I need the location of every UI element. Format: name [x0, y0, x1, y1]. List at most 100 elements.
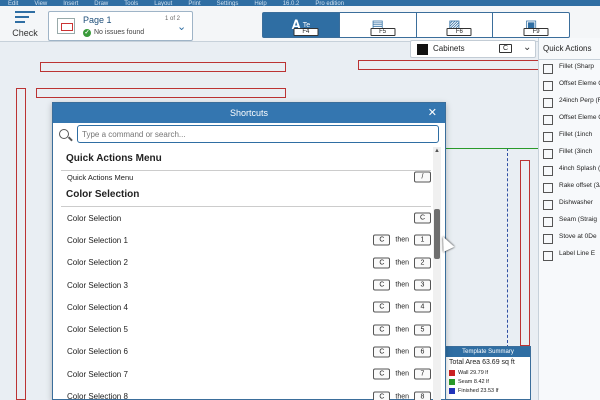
drawing-outline[interactable]: [40, 62, 286, 72]
shortcut-row[interactable]: Color Selection 6 Cthen 6: [61, 341, 431, 363]
quick-action-item[interactable]: Fillet (3inch: [539, 145, 600, 162]
quick-action-label: Stove at 0De: [559, 233, 597, 240]
action-icon: [543, 217, 553, 227]
shortcut-label: Color Selection 2: [67, 258, 128, 268]
summary-row-label: Seam 8.42 lf: [458, 378, 489, 385]
shortcut-keys: Cthen 8: [373, 391, 431, 400]
section-heading: Quick Actions Menu: [61, 147, 431, 171]
key-cap: C: [373, 324, 391, 336]
shortcut-label: Color Selection: [67, 213, 122, 223]
checklist-icon: [15, 11, 35, 27]
search-input[interactable]: [77, 125, 439, 143]
quick-action-label: Fillet (1inch: [559, 131, 593, 138]
summary-row: Wall 29.79 lf: [446, 368, 530, 377]
material-swatch: [417, 44, 428, 55]
quick-action-item[interactable]: 4inch Splash (Edge): [539, 162, 600, 179]
shortcut-row[interactable]: Color Selection 3 Cthen 3: [61, 274, 431, 296]
shortcut-row[interactable]: Color Selection 8 Cthen 8: [61, 385, 431, 400]
key-cap: C: [414, 212, 431, 224]
page-selector[interactable]: Page 1 1 of 2 ✓ No issues found ⌄: [48, 11, 193, 41]
mode-robot[interactable]: ▣ F9: [493, 13, 569, 37]
then-label: then: [395, 348, 409, 356]
shortcut-label: Color Selection 4: [67, 302, 128, 312]
quick-action-label: Label Line E: [559, 250, 596, 257]
shortcut-row[interactable]: Color Selection 1 Cthen 1: [61, 229, 431, 251]
key-cap: C: [373, 257, 391, 269]
quick-action-item[interactable]: Offset Eleme Original & R: [539, 77, 600, 94]
quick-action-item[interactable]: 24inch Perp (From Snap): [539, 94, 600, 111]
page-status-text: No issues found: [94, 29, 145, 36]
drawing-outline[interactable]: [358, 60, 540, 70]
mode-layout[interactable]: ▤ F5: [340, 13, 417, 37]
template-summary: Template Summary Total Area 63.69 sq ft …: [445, 346, 531, 400]
shortcut-row[interactable]: Color Selection C: [61, 207, 431, 229]
shortcut-list: Quick Actions Menu Quick Actions Menu / Col…: [61, 147, 431, 400]
quick-action-item[interactable]: Fillet (1inch: [539, 128, 600, 145]
action-icon: [543, 115, 553, 125]
shortcut-label: Color Selection 7: [67, 369, 128, 379]
material-key: C: [499, 44, 513, 53]
drawing-outline[interactable]: [16, 88, 26, 400]
quick-action-item[interactable]: Dishwasher: [539, 196, 600, 213]
quick-action-item[interactable]: Rake offset (3/8inch Off: [539, 179, 600, 196]
shortcut-label: Color Selection 1: [67, 235, 128, 245]
scrollbar[interactable]: ▲: [433, 147, 441, 400]
shortcut-row[interactable]: Color Selection 4 Cthen 4: [61, 296, 431, 318]
then-label: then: [395, 236, 409, 244]
search-row: [53, 124, 445, 146]
close-icon[interactable]: ✕: [428, 103, 437, 123]
dialog-title: Shortcuts ✕: [53, 103, 445, 123]
then-label: then: [395, 259, 409, 267]
section-heading: Color Selection: [61, 183, 431, 207]
mode-layout-fkey: F5: [370, 28, 396, 36]
mode-robot-fkey: F9: [523, 28, 549, 36]
quick-action-item[interactable]: Label Line E: [539, 247, 600, 264]
material-dropdown[interactable]: Cabinets C ⌄: [410, 40, 536, 58]
action-icon: [543, 234, 553, 244]
dialog-title-text: Shortcuts: [229, 108, 269, 118]
color-swatch: [449, 369, 455, 376]
shortcut-keys: Cthen 2: [373, 257, 431, 269]
quick-action-label: Fillet (3inch: [559, 148, 593, 155]
quick-actions-title: Quick Actions: [539, 38, 600, 60]
mode-template-fkey: F4: [293, 28, 319, 36]
shortcut-label: Color Selection 6: [67, 347, 128, 357]
drawing-outline[interactable]: [446, 148, 508, 348]
mode-switcher: 𝐀 Te F4 ▤ F5 ▨ F6 ▣ F9: [262, 12, 570, 38]
scroll-up-icon[interactable]: ▲: [434, 148, 440, 154]
summary-header: Template Summary: [446, 347, 530, 357]
toolbar: Check Page 1 1 of 2 ✓ No issues found ⌄ 𝐀…: [0, 6, 600, 42]
quick-action-label: Offset Eleme Original & R: [559, 114, 600, 121]
drawing-outline[interactable]: [36, 88, 286, 98]
action-icon: [543, 251, 553, 261]
scrollbar-thumb[interactable]: [434, 209, 440, 259]
search-icon: [59, 129, 69, 139]
shortcut-keys: Cthen 1: [373, 234, 431, 246]
key-cap: 7: [414, 368, 431, 380]
key-cap: 2: [414, 257, 431, 269]
key-cap: 4: [414, 301, 431, 313]
quick-action-label: Fillet (Sharp: [559, 63, 595, 70]
check-button[interactable]: Check: [8, 8, 42, 39]
shortcut-row[interactable]: Color Selection 5 Cthen 5: [61, 318, 431, 340]
action-icon: [543, 149, 553, 159]
quick-action-item[interactable]: Seam (Straig: [539, 213, 600, 230]
summary-row: Seam 8.42 lf: [446, 377, 530, 386]
key-cap: 3: [414, 279, 431, 291]
quick-action-label: 4inch Splash (Edge): [559, 165, 600, 172]
shortcut-row[interactable]: Color Selection 2 Cthen 2: [61, 252, 431, 274]
drawing-outline[interactable]: [520, 160, 530, 346]
quick-action-item[interactable]: Fillet (Sharp: [539, 60, 600, 77]
quick-action-item[interactable]: Stove at 0De: [539, 230, 600, 247]
mode-template[interactable]: 𝐀 Te F4: [263, 13, 340, 37]
quick-action-item[interactable]: Offset Eleme Original & R: [539, 111, 600, 128]
action-icon: [543, 98, 553, 108]
mode-image[interactable]: ▨ F6: [417, 13, 494, 37]
page-thumbnail: [57, 18, 75, 34]
chevron-down-icon[interactable]: ⌄: [177, 20, 186, 33]
shortcut-row[interactable]: Color Selection 7 Cthen 7: [61, 363, 431, 385]
shortcut-row[interactable]: Quick Actions Menu /: [61, 171, 431, 183]
shortcut-keys: Cthen 3: [373, 279, 431, 291]
action-icon: [543, 200, 553, 210]
key-cap: C: [373, 346, 391, 358]
